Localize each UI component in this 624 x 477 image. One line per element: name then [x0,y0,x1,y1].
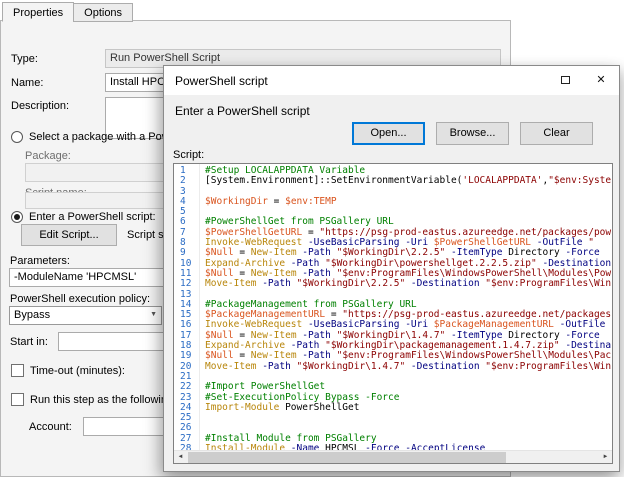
select-package-radio[interactable] [11,131,23,143]
description-label: Description: [11,100,69,112]
execution-policy-value: Bypass [14,309,50,321]
enter-script-radio-label: Enter a PowerShell script: [29,211,156,223]
enter-script-radio[interactable] [11,211,23,223]
tab-strip: PropertiesOptions [2,2,132,22]
dialog-title: PowerShell script [175,74,268,88]
parameters-label: Parameters: [10,255,70,267]
maximize-icon [561,76,570,84]
script-editor[interactable]: 1234567891011121314151617181920212223242… [173,163,613,464]
close-icon: ✕ [596,74,605,86]
start-in-label: Start in: [10,336,48,348]
edit-script-button[interactable]: Edit Script... [21,224,117,246]
script-status-text: Script sta [127,229,164,241]
run-as-label: Run this step as the following accou [30,394,164,406]
browse-button[interactable]: Browse... [436,122,509,145]
type-label: Type: [11,53,38,65]
open-button[interactable]: Open... [352,122,425,145]
code-lines[interactable]: #Setup LOCALAPPDATA Variable[System.Envi… [201,164,612,450]
select-package-radio-label: Select a package with a PowerShel [29,131,165,143]
account-label: Account: [29,421,72,433]
run-as-checkbox[interactable] [11,393,24,406]
package-label: Package: [25,150,71,162]
scroll-right-arrow-icon[interactable]: ► [599,451,612,463]
execution-policy-label: PowerShell execution policy: [10,293,150,305]
scroll-left-arrow-icon[interactable]: ◄ [174,451,187,463]
name-label: Name: [11,77,43,89]
clear-button[interactable]: Clear [520,122,593,145]
maximize-button[interactable] [547,66,583,95]
horizontal-scrollbar[interactable]: ◄ ► [174,450,612,463]
timeout-label: Time-out (minutes): [30,365,125,377]
tab-options[interactable]: Options [73,3,133,22]
powershell-script-dialog: PowerShell script ✕ Enter a PowerShell s… [163,65,620,472]
script-label: Script: [173,149,204,161]
close-button[interactable]: ✕ [583,66,619,95]
timeout-checkbox[interactable] [11,364,24,377]
chevron-down-icon: ▼ [150,311,157,318]
screenshot-root: PropertiesOptions Type: Run PowerShell S… [0,0,624,477]
line-number-gutter: 1234567891011121314151617181920212223242… [174,164,200,450]
scrollbar-thumb[interactable] [188,452,506,463]
dialog-subtitle: Enter a PowerShell script [175,104,310,118]
dialog-titlebar[interactable]: PowerShell script ✕ [164,66,619,95]
tab-properties[interactable]: Properties [2,2,74,22]
execution-policy-dropdown[interactable]: Bypass ▼ [9,306,162,325]
